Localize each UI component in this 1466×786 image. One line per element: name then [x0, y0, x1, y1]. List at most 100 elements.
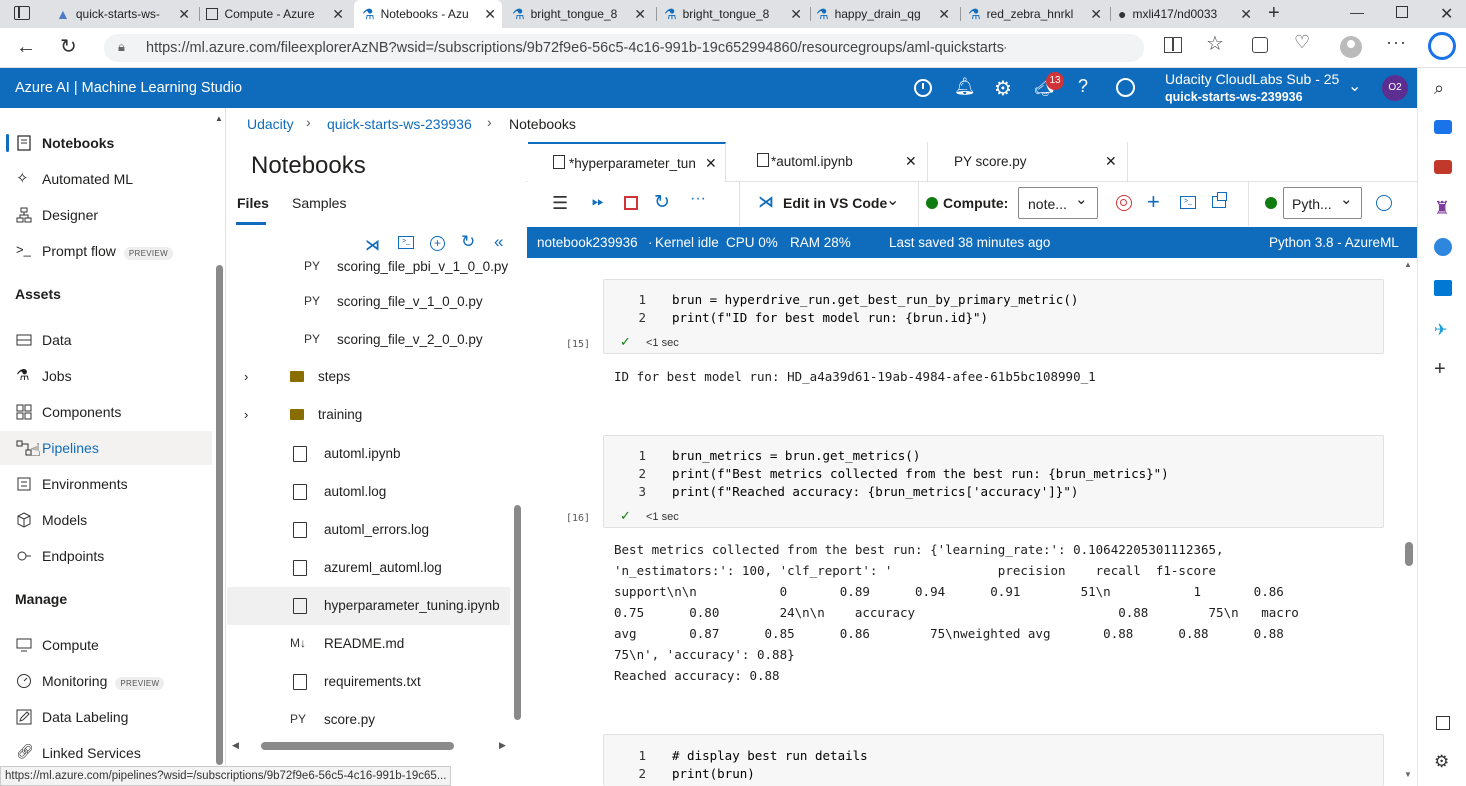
folder-row[interactable]: › steps	[228, 358, 511, 396]
add-compute-icon[interactable]: +	[1147, 189, 1160, 215]
send-icon[interactable]: ✈	[1434, 320, 1447, 340]
nav-prompt-flow[interactable]: >_ Prompt flow PREVIEW	[0, 234, 212, 268]
file-row[interactable]: PY scoring_file_v_2_0_0.py	[228, 321, 511, 359]
browser-tab[interactable]: ⚗ red_zebra_hnrkl ✕	[968, 2, 1108, 26]
close-icon[interactable]: ✕	[332, 6, 344, 23]
stop-compute-icon[interactable]	[1116, 195, 1132, 211]
nav-monitoring[interactable]: Monitoring PREVIEW	[0, 664, 212, 698]
file-row-selected[interactable]: hyperparameter_tuning.ipynb	[227, 587, 510, 625]
close-icon[interactable]: ✕	[484, 6, 496, 23]
browser-tab[interactable]: ⚗ bright_tongue_8 ✕	[664, 2, 808, 26]
file-row[interactable]: PY scoring_file_pbi_v_1_0_0.py	[228, 258, 511, 286]
maximize-icon[interactable]	[1396, 6, 1408, 18]
nav-data-labeling[interactable]: Data Labeling	[0, 700, 212, 734]
nav-data[interactable]: Data	[0, 323, 212, 357]
nav-environments[interactable]: Environments	[0, 467, 212, 501]
notebook-scrollbar[interactable]	[1405, 542, 1413, 566]
settings-icon[interactable]: ⚙	[1434, 752, 1449, 772]
python-version[interactable]: Python 3.8 - AzureML	[1269, 235, 1399, 250]
code-line[interactable]: print(f"ID for best model run: {brun.id}…	[672, 310, 988, 325]
sidebar-toggle-icon[interactable]	[1436, 716, 1450, 730]
menu-icon[interactable]: ☰	[552, 193, 568, 214]
vscode-icon[interactable]: ⋊	[365, 236, 380, 254]
edit-in-vscode-button[interactable]: ⋊ Edit in VS Code ⌄	[756, 190, 918, 216]
settings-icon[interactable]: ⚙	[994, 76, 1012, 101]
favorites-icon[interactable]: ☆	[1206, 31, 1224, 56]
file-row[interactable]: automl_errors.log	[228, 511, 511, 549]
add-icon[interactable]: +	[1434, 358, 1446, 381]
nav-components[interactable]: Components	[0, 395, 212, 429]
collections-icon[interactable]	[1252, 37, 1268, 53]
app-title[interactable]: Azure AI | Machine Learning Studio	[15, 80, 242, 96]
nav-designer[interactable]: Designer	[0, 198, 212, 232]
file-row[interactable]: M↓ README.md	[228, 625, 511, 663]
smiley-icon[interactable]	[1116, 78, 1135, 97]
close-icon[interactable]: ✕	[634, 6, 646, 23]
browser-tab[interactable]: ⚗ happy_drain_qg ✕	[816, 2, 956, 26]
terminal-icon[interactable]: >_	[1180, 196, 1196, 209]
close-icon[interactable]: ✕	[178, 6, 190, 23]
nav-automated-ml[interactable]: ✧ Automated ML	[0, 162, 212, 196]
code-line[interactable]: brun_metrics = brun.get_metrics()	[672, 448, 920, 463]
close-window-icon[interactable]: ✕	[1440, 4, 1453, 24]
editor-tab[interactable]: *automl.ipynb ✕	[728, 142, 928, 182]
nav-models[interactable]: Models	[0, 503, 212, 537]
chevron-down-icon[interactable]: ⌄	[1348, 76, 1361, 96]
folder-row[interactable]: › training	[228, 396, 511, 434]
scroll-down-icon[interactable]: ▼	[1404, 770, 1412, 779]
file-row[interactable]: requirements.txt	[228, 663, 511, 701]
files-vertical-scrollbar[interactable]	[514, 505, 521, 720]
shopping-icon[interactable]	[1434, 120, 1452, 134]
url-field[interactable]: 🔒︎ https://ml.azure.com/fileexplorerAzNB…	[104, 34, 1144, 62]
breadcrumb-udacity[interactable]: Udacity	[247, 116, 294, 132]
minimize-icon[interactable]: —	[1350, 4, 1364, 20]
compute-select[interactable]: note... ⌄	[1018, 187, 1098, 219]
close-icon[interactable]: ✕	[790, 6, 802, 23]
file-row[interactable]: azureml_automl.log	[228, 549, 511, 587]
file-row[interactable]: PY score.py	[228, 701, 511, 739]
restart-icon[interactable]: ↻	[654, 191, 670, 214]
file-row[interactable]: PY scoring_file_v_1_0_0.py	[228, 283, 511, 321]
close-icon[interactable]: ✕	[1090, 6, 1102, 23]
close-icon[interactable]: ✕	[1105, 153, 1117, 170]
files-horizontal-scrollbar[interactable]	[261, 742, 454, 750]
scroll-right-icon[interactable]: ▶	[499, 740, 506, 751]
search-icon[interactable]: ⌕	[1434, 78, 1444, 99]
code-line[interactable]: print(brun)	[672, 766, 755, 781]
file-row[interactable]: automl.log	[228, 473, 511, 511]
kernel-select[interactable]: Pyth... ⌄	[1283, 187, 1362, 219]
microsoft-365-icon[interactable]	[1434, 238, 1452, 256]
nav-pipelines[interactable]: Pipelines ☝	[0, 431, 212, 465]
copilot-icon[interactable]	[1428, 32, 1456, 60]
scroll-up-icon[interactable]: ▲	[1404, 260, 1412, 269]
nav-endpoints[interactable]: Endpoints	[0, 539, 212, 573]
workspace-name[interactable]: quick-starts-ws-239936	[1165, 90, 1303, 104]
close-icon[interactable]: ✕	[705, 155, 717, 172]
code-line[interactable]: # display best run details	[672, 748, 868, 763]
nav-compute[interactable]: Compute	[0, 628, 212, 662]
stop-icon[interactable]	[624, 196, 638, 210]
browser-tab[interactable]: Compute - Azure ✕	[206, 2, 350, 26]
add-file-icon[interactable]: +	[430, 236, 445, 251]
open-external-icon[interactable]	[1212, 192, 1227, 208]
close-icon[interactable]: ✕	[938, 6, 950, 23]
code-line[interactable]: brun = hyperdrive_run.get_best_run_by_pr…	[672, 292, 1078, 307]
user-avatar[interactable]: O2	[1382, 75, 1408, 101]
collapse-panel-icon[interactable]: «	[494, 232, 503, 252]
notebook-name[interactable]: notebook239936	[537, 235, 638, 250]
more-icon[interactable]: ···	[1386, 32, 1407, 53]
subscription-name[interactable]: Udacity CloudLabs Sub - 25	[1165, 71, 1339, 87]
browser-tab[interactable]: ⚗ bright_tongue_8 ✕	[512, 2, 652, 26]
refresh-icon[interactable]: ↻	[60, 34, 77, 59]
tab-files[interactable]: Files	[237, 195, 269, 211]
code-line[interactable]: print(f"Reached accuracy: {brun_metrics[…	[672, 484, 1078, 499]
terminal-icon[interactable]: >_	[398, 236, 414, 249]
file-row[interactable]: automl.ipynb	[228, 435, 511, 473]
browser-tab[interactable]: ● mxli417/nd0033 ✕	[1118, 2, 1258, 26]
back-icon[interactable]: ←	[16, 36, 36, 59]
scroll-left-icon[interactable]: ◀	[232, 740, 239, 751]
profile-avatar[interactable]	[1340, 36, 1362, 58]
games-icon[interactable]: ♜	[1434, 198, 1450, 219]
split-screen-icon[interactable]	[1164, 37, 1182, 53]
code-line[interactable]: print(f"Best metrics collected from the …	[672, 466, 1169, 481]
